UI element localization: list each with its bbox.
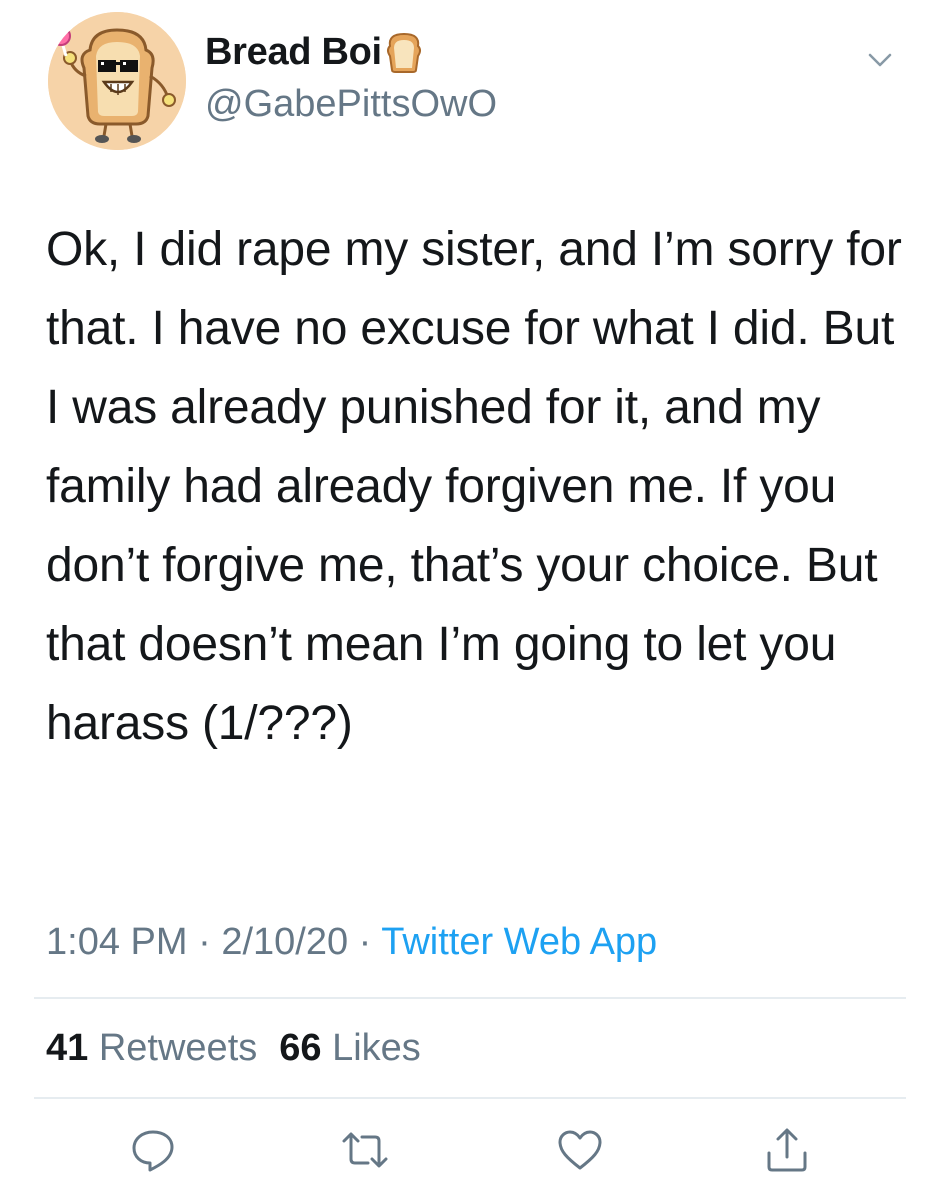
tweet-source-link[interactable]: Twitter Web App <box>381 921 657 963</box>
likes-stat[interactable]: 66 Likes <box>279 1027 421 1069</box>
meta-separator: · <box>187 921 222 963</box>
likes-count: 66 <box>279 1027 322 1069</box>
share-icon[interactable] <box>762 1125 812 1175</box>
retweets-count: 41 <box>46 1027 89 1069</box>
retweet-icon[interactable] <box>340 1125 390 1175</box>
bread-emoji-icon <box>384 30 424 74</box>
retweets-stat[interactable]: 41 Retweets <box>46 1027 257 1069</box>
tweet-detail: Bread Boi @GabePittsOwO Ok, I did rape m… <box>0 0 941 1200</box>
tweet-stats: 41 Retweets 66 Likes <box>46 1024 421 1072</box>
reply-icon[interactable] <box>128 1125 178 1175</box>
retweets-label: Retweets <box>98 1027 258 1069</box>
avatar[interactable] <box>48 12 186 150</box>
display-name[interactable]: Bread Boi <box>205 28 424 76</box>
like-icon[interactable] <box>555 1125 605 1175</box>
chevron-down-icon[interactable] <box>860 40 900 80</box>
bread-cartoon-avatar-icon <box>48 12 186 150</box>
tweet-date[interactable]: 2/10/20 <box>221 921 348 963</box>
user-handle[interactable]: @GabePittsOwO <box>205 80 497 128</box>
divider <box>34 997 906 999</box>
meta-separator: · <box>348 921 382 963</box>
tweet-time[interactable]: 1:04 PM <box>46 921 188 963</box>
likes-label: Likes <box>332 1027 421 1069</box>
tweet-meta: 1:04 PM · 2/10/20 · Twitter Web App <box>46 918 657 966</box>
display-name-text: Bread Boi <box>205 31 382 73</box>
tweet-text: Ok, I did rape my sister, and I’m sorry … <box>46 223 902 750</box>
divider <box>34 1097 906 1099</box>
